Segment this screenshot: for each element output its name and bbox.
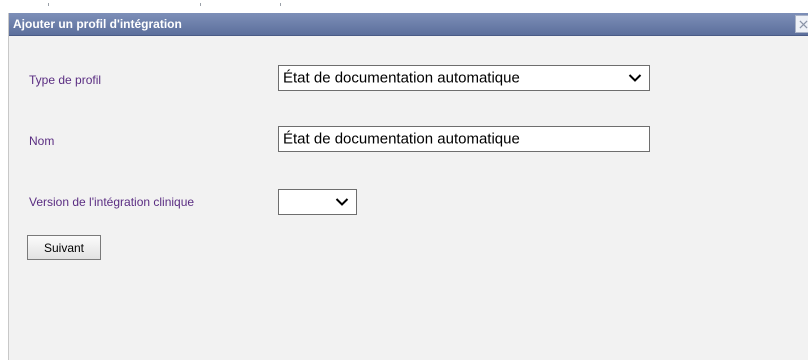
background-tick [48, 3, 49, 6]
version-label: Version de l'intégration clinique [29, 195, 195, 209]
profile-type-select[interactable]: État de documentation automatique [278, 65, 650, 91]
close-button[interactable] [795, 15, 808, 33]
close-icon [798, 19, 808, 29]
background-tick [280, 3, 281, 6]
profile-type-label: Type de profil [29, 73, 102, 87]
name-label: Nom [29, 134, 55, 148]
background-tick [200, 3, 201, 6]
name-input[interactable]: État de documentation automatique [278, 126, 650, 152]
chevron-down-icon [335, 198, 349, 206]
dialog-title: Ajouter un profil d'intégration [13, 17, 182, 31]
profile-type-selected-value: État de documentation automatique [283, 69, 520, 87]
dialog-titlebar: Ajouter un profil d'intégration [9, 13, 808, 36]
background-page-strip [0, 0, 808, 14]
next-button[interactable]: Suivant [27, 235, 101, 260]
version-select[interactable] [278, 189, 357, 215]
add-integration-profile-dialog: Ajouter un profil d'intégration Type de … [8, 13, 808, 360]
chevron-down-icon [628, 74, 642, 82]
next-button-label: Suivant [43, 240, 85, 255]
name-input-value: État de documentation automatique [283, 130, 520, 148]
